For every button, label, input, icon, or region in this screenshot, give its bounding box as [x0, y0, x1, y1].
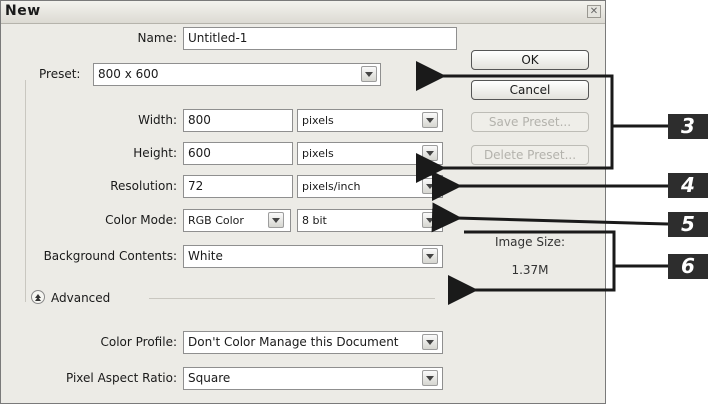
callout-3-bracket [446, 74, 614, 170]
annotation-overlay [416, 61, 670, 305]
callout-5: 5 [668, 212, 708, 237]
callout-5-arrow [431, 202, 669, 233]
callout-6-bracket [464, 230, 616, 292]
callout-3: 3 [668, 114, 708, 139]
callout-6: 6 [668, 254, 708, 279]
callout-4: 4 [668, 173, 708, 198]
